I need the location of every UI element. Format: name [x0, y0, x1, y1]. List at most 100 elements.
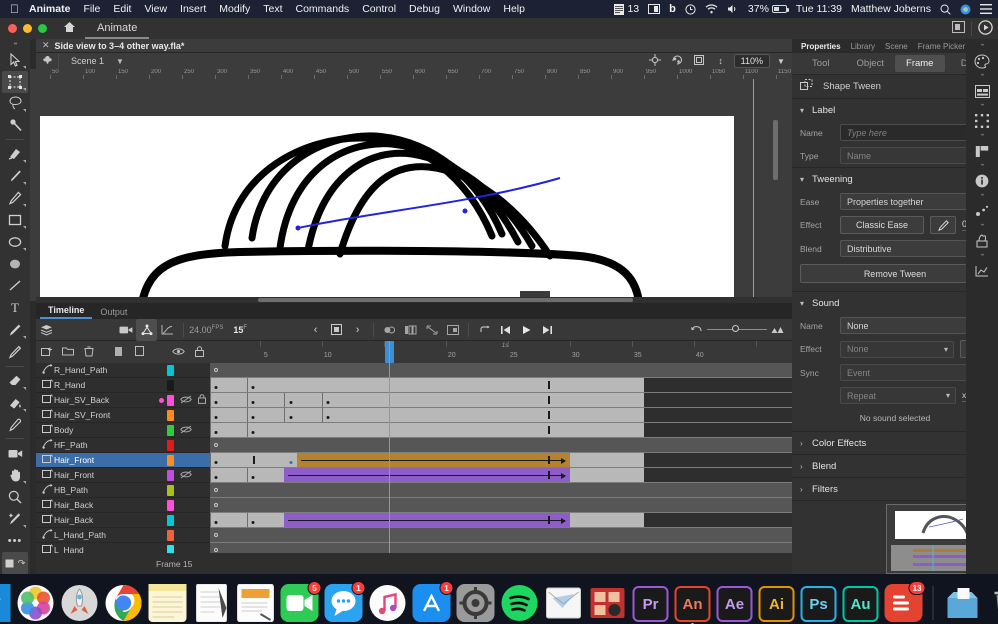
bone-tool[interactable] — [2, 114, 28, 136]
layer-row[interactable]: Hair_Back — [36, 498, 210, 513]
frame-span[interactable] — [569, 393, 644, 407]
paint-bucket-tool[interactable] — [2, 143, 28, 165]
loop-icon[interactable] — [474, 319, 495, 341]
status-timemachine-icon[interactable] — [685, 3, 696, 15]
free-transform-tool[interactable] — [2, 70, 28, 93]
clip-content-icon[interactable] — [688, 54, 710, 68]
pen-tool[interactable] — [2, 341, 28, 363]
layer-row[interactable]: Hair_Front — [36, 453, 210, 468]
next-keyframe-icon[interactable]: › — [347, 319, 368, 341]
frame-span[interactable] — [569, 513, 644, 527]
tab-library[interactable]: Library — [846, 42, 880, 51]
zoom-tool[interactable] — [2, 486, 28, 508]
dock-item-downloads[interactable] — [944, 584, 982, 622]
frame-span[interactable] — [210, 393, 570, 407]
ease-graph-icon[interactable] — [157, 319, 178, 341]
maximize-window-button[interactable] — [38, 24, 47, 33]
tab-scene[interactable]: Scene — [880, 42, 913, 51]
layer-name[interactable]: Hair_Front — [54, 455, 167, 465]
control-center-icon[interactable] — [980, 4, 992, 14]
frame-row[interactable] — [210, 513, 792, 528]
hand-tool[interactable] — [2, 464, 28, 486]
fps-value[interactable]: 24.00FPS — [189, 325, 223, 335]
status-username[interactable]: Matthew Joberns — [851, 3, 931, 15]
frame-span[interactable] — [569, 468, 644, 482]
frame-row[interactable] — [210, 483, 792, 498]
keyframe-marker[interactable] — [214, 431, 218, 434]
status-screen-icon[interactable] — [648, 4, 661, 14]
keyframe-marker[interactable] — [289, 401, 293, 404]
color-panel-icon[interactable] — [969, 49, 995, 73]
layer-row[interactable]: Hair_Back — [36, 513, 210, 528]
dock-item-finder[interactable] — [0, 584, 11, 622]
library-panel-icon[interactable] — [969, 79, 995, 103]
frame-span[interactable] — [210, 408, 570, 422]
layer-name[interactable]: Body — [54, 425, 167, 435]
edit-toolbar-icon[interactable]: ↷ — [2, 552, 28, 575]
layer-name[interactable]: Hair_SV_Front — [54, 410, 167, 420]
frame-row[interactable] — [210, 363, 792, 378]
menu-item-edit[interactable]: Edit — [113, 3, 131, 15]
keyframe-marker[interactable] — [326, 416, 330, 419]
selection-tool[interactable] — [2, 49, 28, 71]
layer-name[interactable]: Hair_Front — [54, 470, 167, 480]
frame-span[interactable] — [569, 408, 644, 422]
layer-name[interactable]: Hair_Back — [54, 500, 167, 510]
layer-color-swatch[interactable] — [167, 499, 174, 511]
dock-item-launchpad[interactable] — [61, 584, 99, 622]
play-circle-icon[interactable] — [972, 19, 998, 38]
prev-keyframe-icon[interactable]: ‹ — [305, 319, 326, 341]
new-layer-icon[interactable] — [36, 346, 57, 359]
dock-item-photobooth[interactable] — [589, 584, 627, 622]
layer-color-swatch[interactable] — [167, 394, 174, 406]
rig-icon[interactable] — [136, 318, 158, 341]
menu-item-modify[interactable]: Modify — [219, 3, 250, 15]
layer-color-swatch[interactable] — [167, 379, 174, 391]
app-tab-animate[interactable]: Animate — [85, 18, 150, 39]
layer-visibility-toggle[interactable] — [178, 395, 194, 406]
dock-item-appstore[interactable]: 1 — [412, 581, 454, 622]
spotlight-search-icon[interactable] — [940, 4, 951, 15]
panel-grip[interactable]: •• — [14, 41, 18, 49]
keyframe-marker[interactable] — [214, 476, 218, 479]
lasso-tool[interactable] — [2, 93, 28, 115]
delete-layer-icon[interactable] — [78, 346, 99, 359]
subtab-object[interactable]: Object — [846, 55, 896, 72]
step-back-icon[interactable] — [495, 319, 516, 341]
dock-item-music[interactable] — [369, 584, 407, 622]
home-icon[interactable] — [59, 21, 79, 36]
camera-icon[interactable] — [115, 319, 136, 341]
status-battery[interactable]: 37% — [748, 3, 789, 15]
layer-row[interactable]: Hair_SV_Back — [36, 393, 210, 408]
layer-row[interactable]: R_Hand_Path — [36, 363, 210, 378]
layer-color-swatch[interactable] — [167, 424, 174, 436]
play-icon[interactable] — [516, 319, 537, 341]
status-clock[interactable]: Tue 11:39 — [796, 3, 842, 15]
graph-panel-icon[interactable] — [969, 259, 995, 283]
dock-item-todoist[interactable]: 13 — [884, 581, 926, 622]
dock-item-keynote[interactable] — [237, 584, 275, 622]
layer-preview-icon[interactable] — [129, 346, 150, 358]
frame-row[interactable] — [210, 528, 792, 543]
window-controls[interactable] — [8, 24, 47, 33]
current-frame-value[interactable]: 15F — [233, 325, 247, 335]
remove-tween-button[interactable]: Remove Tween — [800, 264, 990, 283]
eyedropper-tool[interactable] — [2, 414, 28, 436]
menu-item-text[interactable]: Text — [263, 3, 282, 15]
keyframe-marker[interactable] — [214, 386, 218, 389]
frame-span[interactable] — [569, 378, 644, 392]
layer-lock-toggle[interactable] — [194, 394, 210, 406]
resize-frames-icon[interactable] — [767, 319, 788, 341]
ink-tool[interactable] — [2, 319, 28, 341]
edit-multiple-frames-icon[interactable] — [421, 319, 442, 341]
dock-item-premiere-pro[interactable]: Pr — [632, 586, 669, 622]
sound-effect-select[interactable]: None ▾ — [840, 340, 954, 358]
layer-name[interactable]: R_Hand_Path — [54, 365, 167, 375]
brush-tool[interactable] — [2, 165, 28, 187]
keyframe-marker[interactable] — [214, 461, 218, 464]
layer-row[interactable]: L_Hand — [36, 543, 210, 553]
reset-zoom-icon[interactable] — [686, 319, 707, 341]
layer-visibility-toggle[interactable] — [178, 425, 194, 436]
layer-color-swatch[interactable] — [167, 484, 174, 496]
layer-name[interactable]: L_Hand — [54, 545, 167, 553]
